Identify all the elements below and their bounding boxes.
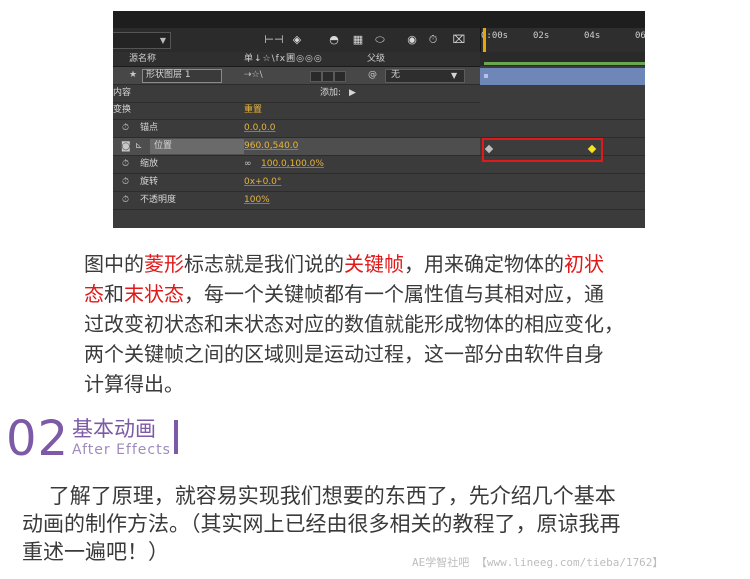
time-ruler[interactable]: 0:00s 02s 04s 06 — [480, 28, 645, 52]
timeline-track[interactable] — [480, 174, 645, 192]
property-row-scale[interactable]: ⏱ 缩放 ∞ 100.0,100.0% — [113, 156, 480, 174]
text: ，每一个关键帧都有一个属性值与其相对应，通 — [184, 282, 604, 306]
frame-blending-icon[interactable]: ⌧ — [449, 32, 469, 48]
playhead[interactable] — [483, 28, 486, 52]
keyframe-highlight-box — [482, 138, 603, 162]
rotation-value[interactable]: 0x+0.0° — [244, 174, 281, 191]
text: 和 — [104, 282, 124, 306]
paragraph-line: 计算得出。 — [84, 372, 184, 396]
parent-pickwhip-icon[interactable]: @ — [368, 67, 377, 84]
property-label: 位置 — [154, 141, 173, 151]
layer-name: 形状图层 1 — [146, 70, 191, 80]
layer-row[interactable]: ★ 形状图层 1 ⇢☆\ @ 无 ▼ — [113, 67, 480, 85]
shy-layers-icon[interactable]: ⊢⊣ — [263, 32, 285, 48]
scale-value[interactable]: 100.0,100.0% — [261, 156, 324, 173]
property-label: 缩放 — [140, 159, 159, 169]
motion-blur-icon[interactable]: ◓ — [325, 32, 343, 48]
highlight-text: 末状态 — [124, 282, 184, 306]
panel-top-bar — [113, 11, 645, 28]
layer-column-header: 源名称 单↓☆\fx圃◎◎◎ 父级 — [113, 52, 480, 67]
chevron-down-icon: ▼ — [159, 36, 166, 45]
work-area-bar[interactable] — [484, 62, 645, 65]
text: 图中的 — [84, 252, 144, 276]
paragraph-line: 过改变初状态和末状态对应的数值就能形成物体的相应变化， — [84, 312, 624, 336]
text: ，用来确定物体的 — [404, 252, 564, 276]
parent-header: 父级 — [367, 54, 386, 64]
property-row-anchor[interactable]: ⏱ 锚点 0.0,0.0 — [113, 120, 480, 138]
watermark: AE学智社吧 【www.lineeg.com/tieba/1762】 — [412, 556, 664, 569]
timeline-track[interactable] — [480, 192, 645, 210]
paragraph-line: 两个关键帧之间的区域则是运动过程，这一部分由软件自身 — [84, 342, 604, 366]
chevron-down-icon: ▼ — [451, 71, 458, 80]
section-divider — [174, 420, 178, 454]
property-label: 变换 — [113, 105, 132, 115]
text: 标志就是我们说的 — [184, 252, 344, 276]
property-row-opacity[interactable]: ⏱ 不透明度 100% — [113, 192, 480, 210]
timeline-track[interactable] — [480, 120, 645, 138]
stopwatch-icon[interactable]: ⏱ — [122, 120, 129, 137]
graph-icon: ⊾ — [135, 141, 143, 151]
ruler-label: 06 — [635, 31, 645, 41]
property-row-position[interactable]: ◙ ⊾ 位置 960.0,540.0 — [113, 138, 480, 156]
position-value[interactable]: 960.0,540.0 — [244, 138, 298, 155]
section-subtitle: After Effects — [72, 442, 171, 458]
timeline-track[interactable] — [480, 85, 645, 103]
layer-duration-bar[interactable] — [480, 68, 645, 85]
property-row-rotation[interactable]: ⏱ 旋转 0x+0.0° — [113, 174, 480, 192]
switch-box[interactable] — [334, 71, 346, 82]
source-name-header: 源名称 — [129, 54, 157, 64]
keyframe-nav-icon[interactable]: ◙ — [121, 138, 131, 155]
parent-value: 无 — [391, 70, 401, 80]
highlight-text: 初状 — [564, 252, 604, 276]
property-label: 锚点 — [140, 123, 159, 133]
3d-layer-icon[interactable]: ◈ — [289, 32, 305, 48]
ruler-label: 04s — [584, 31, 601, 41]
property-label: 内容 — [113, 88, 132, 98]
draft-3d-icon[interactable]: ◉ — [403, 32, 421, 48]
switch-icons[interactable]: ⇢☆\ — [244, 67, 263, 84]
paragraph-line: 动画的制作方法。（其实网上已经由很多相关的教程了，原谅我再 — [22, 512, 621, 536]
highlight-text: 关键帧 — [344, 252, 404, 276]
paragraph-line: 了解了原理，就容易实现我们想要的东西了，先介绍几个基本 — [22, 484, 616, 508]
composition-dropdown[interactable]: ▼ — [113, 32, 171, 49]
bar-handle — [484, 74, 488, 78]
paragraph-line: 图中的菱形标志就是我们说的关键帧，用来确定物体的初状 — [84, 249, 684, 279]
property-row-transform[interactable]: 变换 重置 — [113, 102, 480, 120]
property-label: 不透明度 — [140, 195, 177, 205]
reset-link[interactable]: 重置 — [244, 102, 262, 119]
stopwatch-icon[interactable]: ⏱ — [122, 174, 129, 191]
stopwatch-icon[interactable]: ⏱ — [425, 32, 441, 48]
highlight-text: 态 — [84, 282, 104, 306]
stopwatch-icon[interactable]: ⏱ — [122, 192, 129, 209]
switch-box[interactable] — [310, 71, 322, 82]
paragraph-line: 态和末状态，每一个关键帧都有一个属性值与其相对应，通 — [84, 279, 684, 309]
switch-box[interactable] — [322, 71, 334, 82]
opacity-value[interactable]: 100% — [244, 192, 270, 209]
adjustment-icon[interactable]: ▦ — [349, 32, 367, 48]
property-label: 旋转 — [140, 177, 159, 187]
switches-header: 单↓☆\fx圃◎◎◎ — [244, 54, 323, 64]
anchor-value[interactable]: 0.0,0.0 — [244, 120, 276, 137]
star-icon: ★ — [129, 70, 138, 80]
link-icon[interactable]: ∞ — [244, 156, 252, 173]
section-title: 基本动画 — [72, 417, 156, 441]
highlight-text: 菱形 — [144, 252, 184, 276]
timeline-track[interactable] — [480, 102, 645, 120]
add-menu-label[interactable]: 添加: — [320, 85, 341, 102]
section-number: 02 — [6, 411, 70, 467]
property-row-contents[interactable]: 内容 添加: ▶ — [113, 85, 480, 103]
intro-paragraph: 了解了原理，就容易实现我们想要的东西了，先介绍几个基本 动画的制作方法。（其实网… — [22, 482, 742, 566]
play-icon[interactable]: ▶ — [349, 85, 356, 102]
stopwatch-icon[interactable]: ⏱ — [122, 156, 129, 173]
keyframe-explanation: 图中的菱形标志就是我们说的关键帧，用来确定物体的初状 态和末状态，每一个关键帧都… — [84, 249, 684, 399]
after-effects-timeline-screenshot: ▼ ⊢⊣ ◈ ◓ ▦ ⬭ ◉ ⏱ ⌧ 0:00s 02s 04s 06 源名称 … — [113, 11, 645, 228]
graph-editor-icon[interactable]: ⬭ — [371, 32, 389, 48]
ruler-label: 02s — [533, 31, 550, 41]
